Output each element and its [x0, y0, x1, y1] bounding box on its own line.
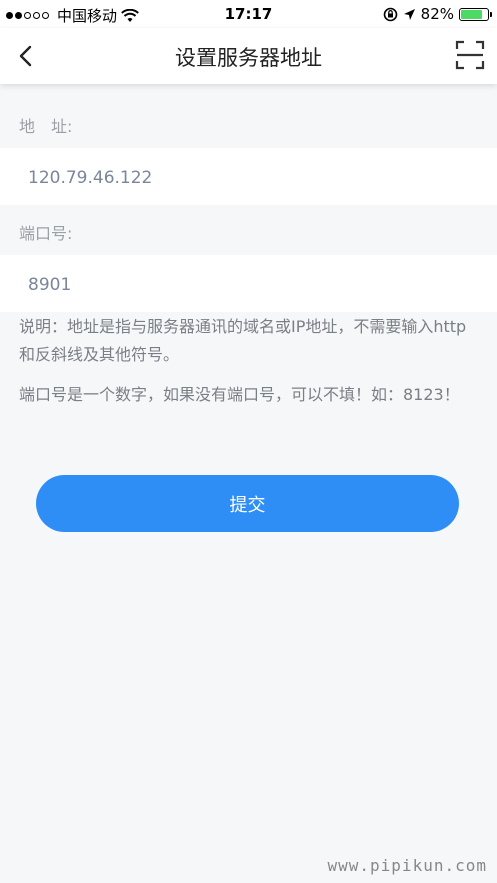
- rotation-lock-icon: [383, 7, 397, 21]
- address-help-text: 说明：地址是指与服务器通讯的域名或IP地址，不需要输入http和反斜线及其他符号…: [19, 317, 467, 364]
- address-field-container: [0, 148, 497, 207]
- port-label: 端口号:: [19, 224, 73, 243]
- address-label: 地 址:: [19, 117, 73, 136]
- page-title: 设置服务器地址: [175, 46, 322, 70]
- scan-icon[interactable]: [455, 40, 485, 70]
- port-help-text: 端口号是一个数字，如果没有端口号，可以不填！如：8123！: [19, 385, 460, 404]
- port-field-container: [0, 255, 497, 314]
- chevron-left-icon[interactable]: [12, 42, 40, 70]
- location-arrow-icon: [403, 8, 415, 20]
- nav-bar: 设置服务器地址: [0, 28, 497, 84]
- address-input[interactable]: [26, 148, 470, 207]
- watermark: www.pipikun.com: [327, 856, 487, 875]
- status-bar: 中国移动 17:17 82%: [0, 0, 497, 28]
- port-input[interactable]: [26, 255, 470, 314]
- submit-button[interactable]: 提交: [36, 475, 459, 532]
- battery-icon: [459, 7, 492, 21]
- status-right: 82%: [383, 5, 492, 23]
- battery-percent: 82%: [420, 5, 454, 23]
